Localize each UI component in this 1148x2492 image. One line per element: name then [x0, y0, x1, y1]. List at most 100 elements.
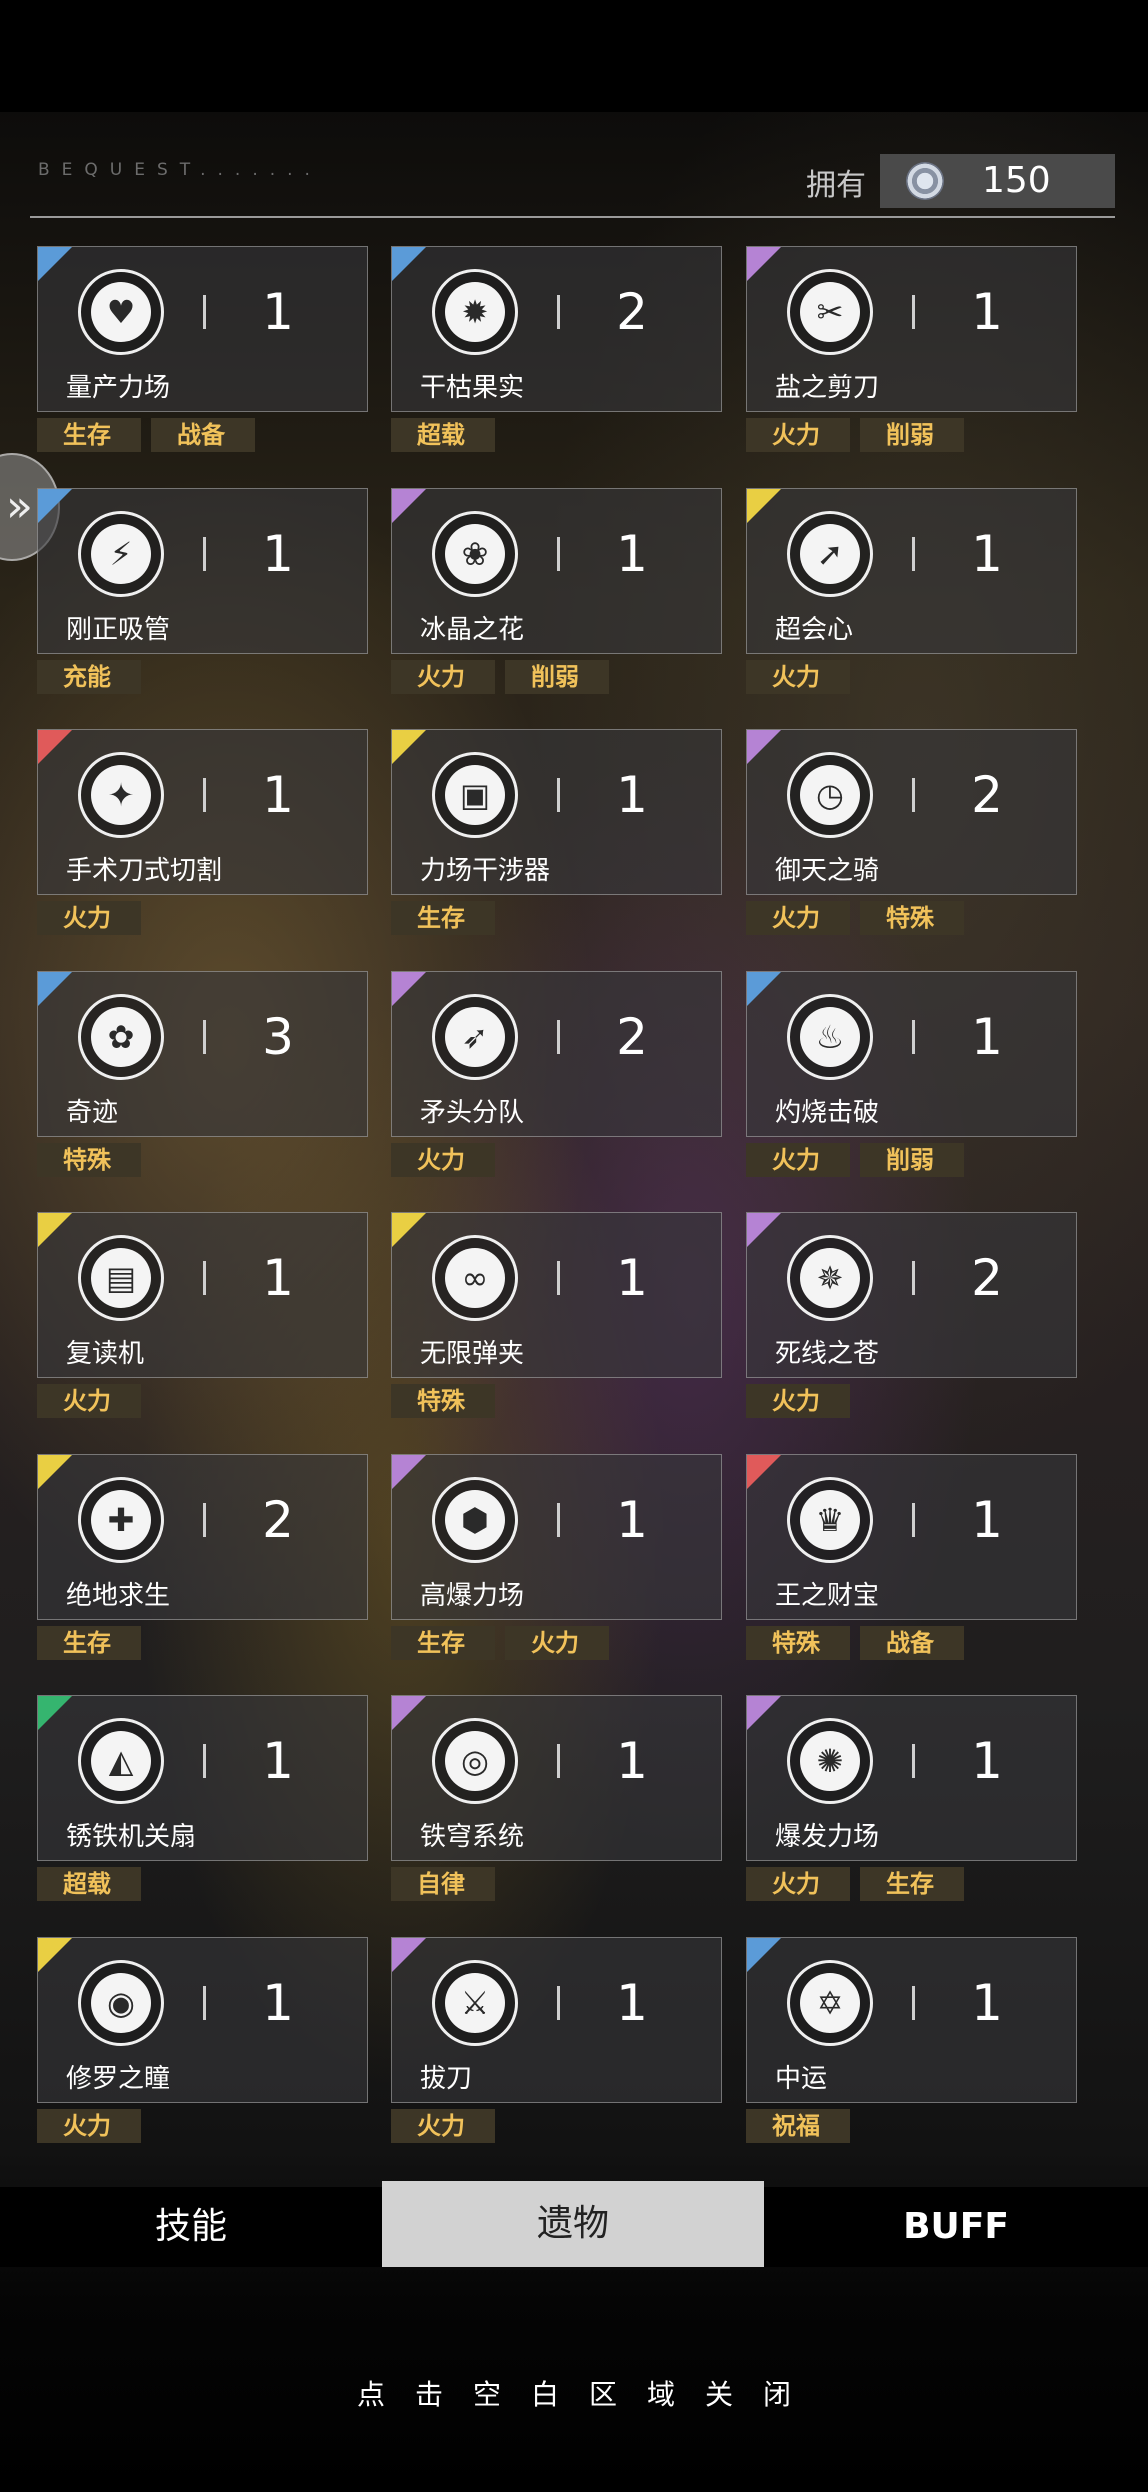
relic-tags: 火力 生存 [746, 1867, 964, 1901]
relic-card[interactable]: ✚ 2 绝地求生 生存 [37, 1454, 368, 1660]
relic-tags: 火力 削弱 [746, 418, 964, 452]
relic-tag: 超载 [37, 1867, 141, 1901]
relic-count: 1 [971, 283, 1003, 341]
relic-count: 1 [262, 1974, 294, 2032]
rarity-marker [392, 247, 426, 281]
tab-skill[interactable]: 技能 [0, 2187, 382, 2267]
relic-tag: 战备 [860, 1626, 964, 1660]
relic-icon-glyph: ✿ [91, 1007, 151, 1067]
rarity-marker [747, 1696, 781, 1730]
relic-icon-glyph: ⚡ [91, 524, 151, 584]
relic-name: 盐之剪刀 [775, 373, 880, 403]
relic-count: 1 [616, 1974, 648, 2032]
relic-name: 干枯果实 [420, 373, 525, 403]
count-divider [557, 1020, 560, 1054]
relic-icon-glyph: ⬢ [445, 1490, 505, 1550]
relic-card[interactable]: ✿ 3 奇迹特殊 [37, 971, 368, 1177]
relic-icon-glyph: ♥ [91, 282, 151, 342]
rarity-marker [747, 1938, 781, 1972]
hexagram-icon: ✡ [787, 1960, 873, 2046]
relic-tags: 火力 特殊 [746, 901, 964, 935]
relic-card[interactable]: ✦ 1 手术刀式切割 火力 [37, 729, 368, 935]
deadline-star-icon: ✵ [787, 1235, 873, 1321]
relic-card[interactable]: ➶ 2 矛头分队 火力 [391, 971, 722, 1177]
relic-icon-glyph: ✵ [800, 1248, 860, 1308]
relic-card[interactable]: ✹ 2 干枯果实 超载 [391, 246, 722, 452]
count-divider [203, 1744, 206, 1778]
relic-card[interactable]: ❀ 1 冰晶之花 火力 削弱 [391, 488, 722, 694]
rarity-marker [38, 247, 72, 281]
relic-card[interactable]: ✵ 2 死线之苍 火力 [746, 1212, 1077, 1418]
relic-icon-glyph: ✂ [800, 282, 860, 342]
relic-card[interactable]: ✺ 1 爆发力场 火力 生存 [746, 1695, 1077, 1901]
relic-tag: 火力 [391, 2109, 495, 2143]
relic-icon-glyph: ✺ [800, 1731, 860, 1791]
count-divider [557, 1261, 560, 1295]
field-interferer-icon: ▣ [432, 752, 518, 838]
relic-count: 2 [616, 1008, 648, 1066]
count-divider [557, 1986, 560, 2020]
relic-tags: 特殊 [391, 1384, 495, 1418]
relic-card[interactable]: ◎ 1 铁穹系统 自律 [391, 1695, 722, 1901]
rarity-marker [38, 1455, 72, 1489]
burst-field-icon: ✺ [787, 1718, 873, 1804]
relic-card-frame: ✿ 3 奇迹 [37, 971, 368, 1137]
relic-count: 1 [616, 525, 648, 583]
rarity-marker [392, 1213, 426, 1247]
close-hint[interactable]: 点击空白区域关闭 [0, 2373, 1148, 2413]
relic-icon-glyph: ✦ [91, 765, 151, 825]
count-divider [912, 1261, 915, 1295]
relic-name: 超会心 [775, 615, 854, 645]
relic-card[interactable]: ➚ 1 超会心 火力 [746, 488, 1077, 694]
relic-card[interactable]: ▣ 1 力场干涉器 生存 [391, 729, 722, 935]
relic-tag: 火力 [746, 901, 850, 935]
relic-name: 死线之苍 [775, 1339, 880, 1369]
count-divider [203, 1261, 206, 1295]
relic-card[interactable]: ⚡ 1 刚正吸管 充能 [37, 488, 368, 694]
relic-card[interactable]: ⬢ 1 高爆力场 生存 火力 [391, 1454, 722, 1660]
relic-count: 1 [262, 525, 294, 583]
relic-card-frame: ⚡ 1 刚正吸管 [37, 488, 368, 654]
tab-buff[interactable]: BUFF [764, 2187, 1148, 2267]
chevron-right-icon: » [6, 481, 33, 532]
rarity-marker [392, 730, 426, 764]
relic-tag: 特殊 [37, 1143, 141, 1177]
relic-card[interactable]: ✂ 1 盐之剪刀火力 削弱 [746, 246, 1077, 452]
relic-tag: 生存 [391, 1626, 495, 1660]
relic-card[interactable]: ♨ 1 灼烧击破 火力 削弱 [746, 971, 1077, 1177]
relic-tags: 特殊 战备 [746, 1626, 964, 1660]
relic-card[interactable]: ▤ 1 复读机 火力 [37, 1212, 368, 1418]
relic-tag: 火力 [505, 1626, 609, 1660]
relic-tags: 火力 [37, 2109, 141, 2143]
relic-name: 御天之骑 [775, 856, 880, 886]
count-divider [912, 1986, 915, 2020]
bottom-tab-bar: 技能 遗物 BUFF [0, 2181, 1148, 2267]
rarity-marker [38, 1938, 72, 1972]
draw-sword-icon: ⚔ [432, 1960, 518, 2046]
relic-card-frame: ⚔ 1 拔刀 [391, 1937, 722, 2103]
relic-name: 铁穹系统 [420, 1822, 525, 1852]
relic-card[interactable]: ♛ 1 王之财宝 特殊 战备 [746, 1454, 1077, 1660]
relic-card[interactable]: ◉ 1 修罗之瞳 火力 [37, 1937, 368, 2143]
relic-card[interactable]: ♥ 1 量产力场 生存 战备 [37, 246, 368, 452]
infinite-ammo-icon: ∞ [432, 1235, 518, 1321]
count-divider [203, 537, 206, 571]
relic-card[interactable]: ∞ 1 无限弹夹 特殊 [391, 1212, 722, 1418]
tab-relic[interactable]: 遗物 [382, 2181, 764, 2267]
relic-tag: 火力 [746, 418, 850, 452]
rarity-marker [392, 1455, 426, 1489]
relic-card[interactable]: ⚔ 1 拔刀火力 [391, 1937, 722, 2143]
relic-card-frame: ◎ 1 铁穹系统 [391, 1695, 722, 1861]
currency-value: 150 [982, 160, 1051, 201]
relic-tags: 生存 [391, 901, 495, 935]
rarity-marker [38, 972, 72, 1006]
relic-name: 拔刀 [420, 2064, 473, 2094]
relic-card[interactable]: ◭ 1 锈铁机关扇 超载 [37, 1695, 368, 1901]
relic-card-frame: ✹ 2 干枯果实 [391, 246, 722, 412]
relic-name: 手术刀式切割 [66, 856, 223, 886]
count-divider [203, 1020, 206, 1054]
relic-card[interactable]: ◷ 2 御天之骑 火力 特殊 [746, 729, 1077, 935]
relic-card[interactable]: ✡ 1 中运 祝福 [746, 1937, 1077, 2143]
relic-icon-glyph: ◎ [445, 1731, 505, 1791]
count-divider [912, 1020, 915, 1054]
